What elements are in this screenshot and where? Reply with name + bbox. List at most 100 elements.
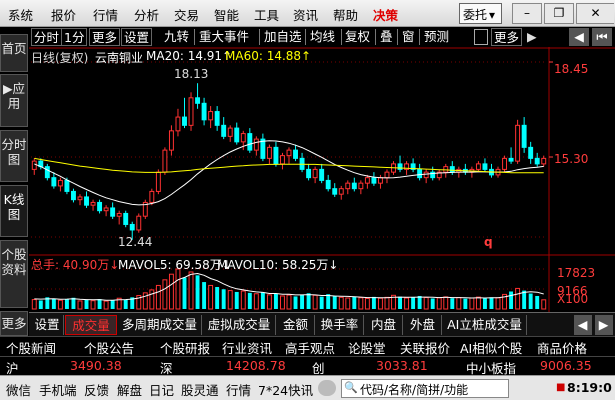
menu-item-quote[interactable]: 报价: [51, 5, 76, 24]
link-ai-similar[interactable]: AI相似个股: [460, 338, 522, 357]
candle-body: [240, 133, 246, 143]
caret-right-icon[interactable]: ▶: [527, 28, 537, 46]
prev-icon[interactable]: ◀: [569, 28, 589, 46]
status-wechat[interactable]: 微信: [6, 380, 31, 399]
link-stock-news[interactable]: 个股新闻: [6, 338, 56, 357]
trade-order-label: 委托: [463, 8, 488, 22]
restore-icon[interactable]: ❐: [544, 3, 574, 24]
indicator-tab-turnover[interactable]: 换手率: [316, 315, 364, 335]
indicator-tab-amount[interactable]: 金额: [277, 315, 315, 335]
left-tab-stock-info[interactable]: 个股资料: [0, 240, 28, 308]
status-diary[interactable]: 日记: [149, 380, 174, 399]
candle-body: [129, 223, 135, 231]
candle-body: [84, 196, 89, 206]
toolbar-checkbox[interactable]: [474, 29, 488, 45]
candle-body: [423, 171, 429, 179]
volume-bar: [273, 293, 278, 309]
candle-body: [515, 124, 521, 162]
link-stock-announce[interactable]: 个股公告: [84, 338, 134, 357]
candle-body: [51, 177, 57, 187]
volume-bar: [404, 297, 410, 310]
volume-bar: [319, 296, 324, 309]
tool-overlay[interactable]: 叠: [380, 28, 393, 46]
left-tab-apps[interactable]: ▶应用: [0, 74, 28, 127]
volume-bar: [443, 296, 449, 310]
tool-1min[interactable]: 1分: [61, 28, 88, 46]
menu-item-analysis[interactable]: 分析: [134, 5, 159, 24]
candle-body: [521, 124, 527, 148]
candle-body: [449, 166, 455, 173]
indicator-tab-inner[interactable]: 内盘: [365, 315, 403, 335]
link-related-quotes[interactable]: 关联报价: [400, 338, 450, 357]
tool-major-events[interactable]: 重大事件: [199, 28, 249, 46]
link-expert-views[interactable]: 高手观点: [285, 338, 335, 357]
tool-forecast[interactable]: 预测: [424, 28, 449, 46]
link-stock-research[interactable]: 个股研报: [160, 338, 210, 357]
link-commodity-price[interactable]: 商品价格: [537, 338, 609, 357]
indicator-tab-settings[interactable]: 设置: [31, 315, 64, 335]
menu-item-system[interactable]: 系统: [8, 5, 33, 24]
indicator-tab-outer[interactable]: 外盘: [404, 315, 442, 335]
menu-item-trade[interactable]: 交易: [174, 5, 199, 24]
indicator-tab-volume[interactable]: 成交量: [65, 315, 117, 335]
status-bar: 微信 手机端 反馈 解盘 日记 股灵通 行情 7*24快讯 🔍 代码/名称/简拼…: [0, 375, 615, 400]
volume-bar: [463, 298, 468, 309]
candle-body: [57, 179, 63, 187]
volume-bar: [57, 299, 63, 310]
volume-total-label: 总手: 40.90万↓: [31, 258, 120, 272]
index-sz-value[interactable]: 14208.78: [226, 358, 286, 373]
volume-bar: [64, 299, 69, 309]
left-tab-home[interactable]: 首页: [0, 34, 28, 72]
minimize-icon[interactable]: –: [512, 3, 542, 24]
menu-item-news[interactable]: 资讯: [293, 5, 318, 24]
volume-bar: [522, 290, 527, 309]
menu-item-market[interactable]: 行情: [93, 5, 118, 24]
status-flash-news[interactable]: 7*24快讯: [258, 380, 313, 399]
chat-bubble-icon[interactable]: [318, 380, 336, 396]
indicator-tab-multi-volume[interactable]: 多周期成交量: [118, 315, 202, 335]
trade-order-button[interactable]: 委托 ▾: [459, 3, 502, 24]
left-tab-more[interactable]: 更多: [0, 311, 28, 336]
tool-timeshare[interactable]: 分时: [31, 28, 63, 46]
tool-more-periods[interactable]: 更多: [89, 28, 121, 46]
index-cy-value[interactable]: 3033.81: [376, 358, 428, 373]
menu-bar: 系统 报价 行情 分析 交易 智能 工具 资讯 帮助 决策 委托 ▾ – ❐ ✕: [0, 0, 615, 27]
menu-item-smart[interactable]: 智能: [214, 5, 239, 24]
link-forum[interactable]: 论股堂: [348, 338, 386, 357]
tabs-next-icon[interactable]: ▶: [595, 315, 613, 335]
status-analysis[interactable]: 解盘: [117, 380, 142, 399]
candle-body: [97, 201, 103, 212]
tool-settings[interactable]: 设置: [121, 28, 153, 46]
status-mobile[interactable]: 手机端: [39, 380, 77, 399]
left-tab-timeshare[interactable]: 分时图: [0, 130, 28, 182]
tool-more[interactable]: 更多: [491, 28, 523, 46]
tool-add-watchlist[interactable]: 加自选: [264, 28, 302, 46]
tool-moving-average[interactable]: 均线: [310, 28, 335, 46]
status-gulingtong[interactable]: 股灵通: [181, 380, 219, 399]
search-input[interactable]: 🔍 代码/名称/简拼/功能: [341, 379, 509, 398]
tool-window[interactable]: 窗: [402, 28, 415, 46]
volume-bar: [266, 294, 272, 310]
indicator-tab-virtual-volume[interactable]: 虚拟成交量: [203, 315, 276, 335]
search-icon: 🔍: [344, 381, 358, 394]
volume-bar: [495, 297, 501, 310]
volume-bar: [398, 296, 402, 309]
index-sh-value[interactable]: 3490.38: [70, 358, 122, 373]
candle-body: [188, 97, 194, 126]
kline-chart[interactable]: 日线(复权) 云南铜业 MA20: 14.91↑ MA60: 14.88↑ 18…: [29, 47, 615, 313]
menu-item-decision[interactable]: 决策: [373, 5, 398, 24]
index-sme-value[interactable]: 9006.35: [540, 358, 592, 373]
menu-item-tools[interactable]: 工具: [254, 5, 279, 24]
candle-body: [508, 157, 514, 162]
tabs-prev-icon[interactable]: ◀: [574, 315, 592, 335]
status-feedback[interactable]: 反馈: [84, 380, 109, 399]
left-tab-kline[interactable]: K线图: [0, 185, 28, 237]
status-market[interactable]: 行情: [226, 380, 251, 399]
skip-back-icon[interactable]: ⏮: [592, 28, 612, 46]
link-industry-news[interactable]: 行业资讯: [222, 338, 272, 357]
indicator-tab-ai-volume[interactable]: AI立桩成交量: [443, 315, 527, 335]
menu-item-help[interactable]: 帮助: [333, 5, 358, 24]
tool-nine-turns[interactable]: 九转: [164, 28, 189, 46]
tool-adjust[interactable]: 复权: [345, 28, 370, 46]
close-icon[interactable]: ✕: [576, 3, 614, 24]
